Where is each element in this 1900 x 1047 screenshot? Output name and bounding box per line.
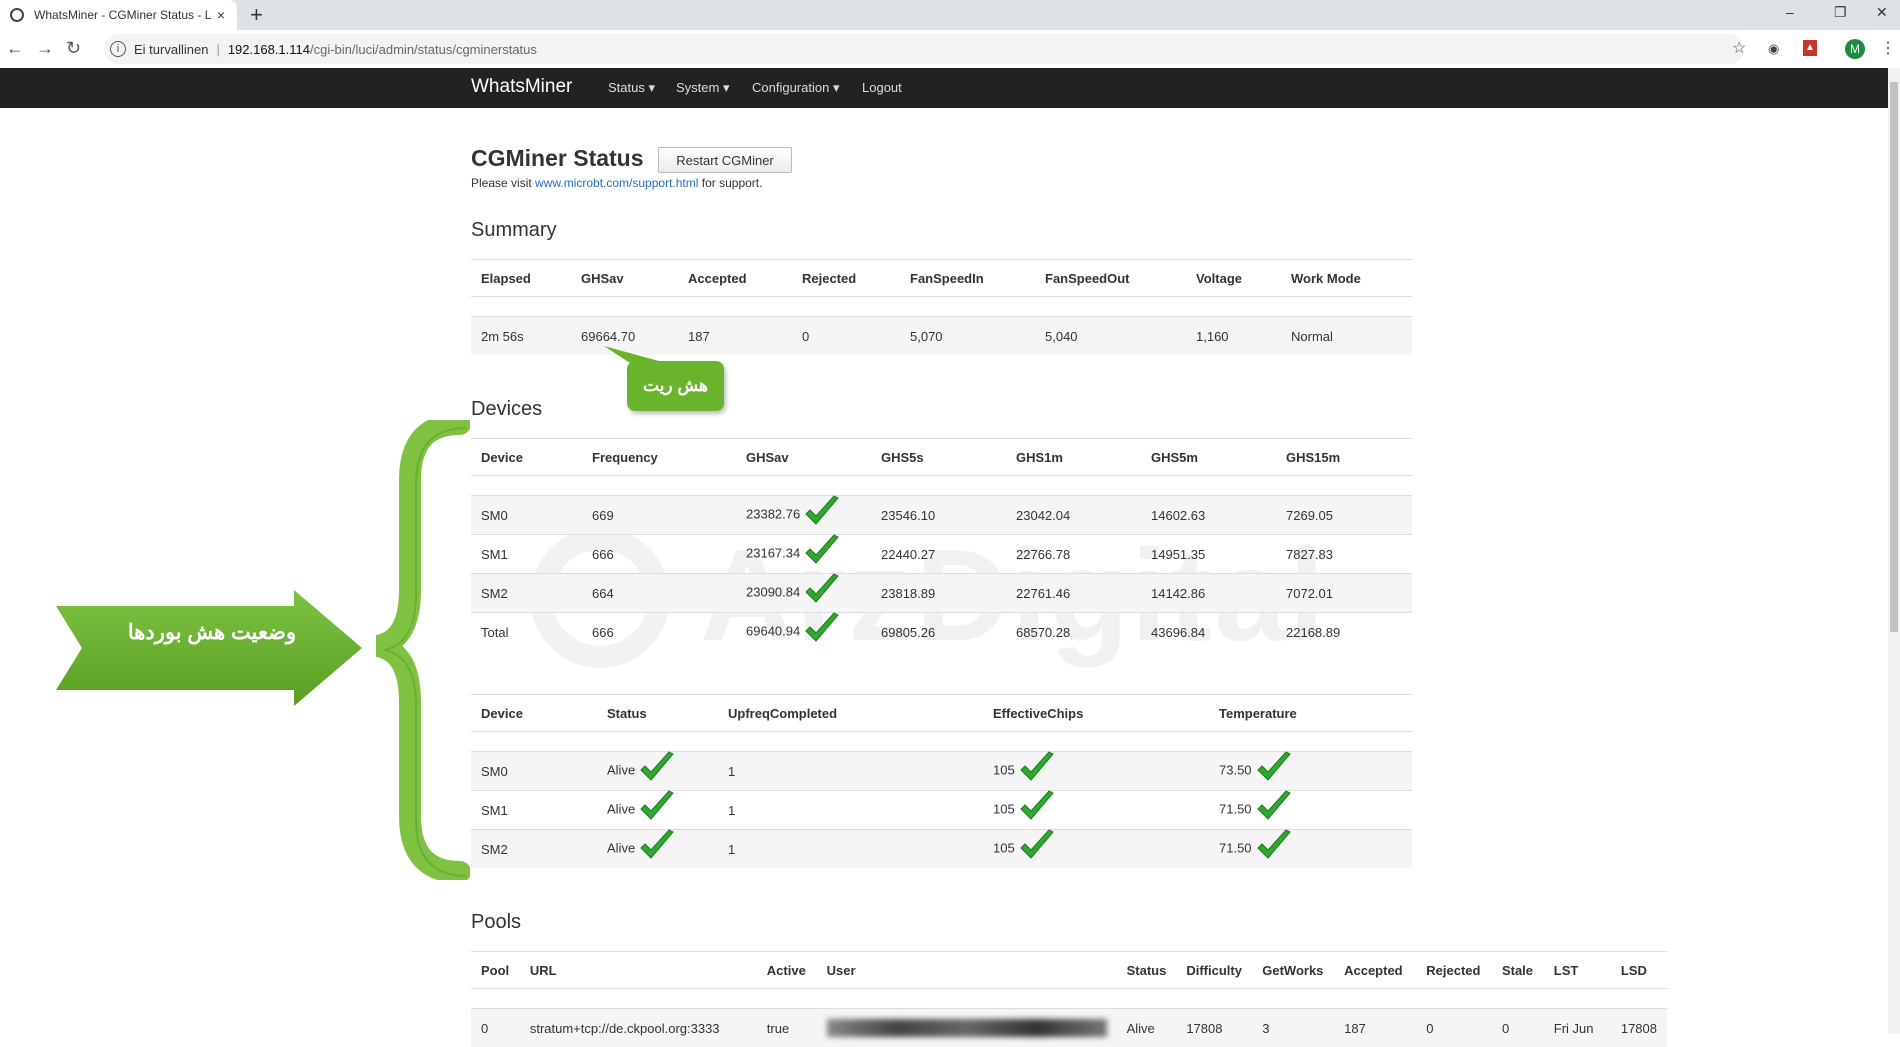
check-icon [1019,795,1053,825]
restore-icon[interactable]: ❐ [1834,4,1847,21]
address-bar[interactable]: i Ei turvallinen | 192.168.1.114/cgi-bin… [104,34,1744,64]
pools-header-row: PoolURLActiveUser StatusDifficultyGetWor… [471,952,1667,989]
redacted-user [827,1019,1107,1037]
forward-icon[interactable]: → [36,38,54,59]
minimize-icon[interactable]: – [1786,4,1794,20]
browser-menu-icon[interactable]: ⋮ [1880,38,1896,58]
back-icon[interactable]: ← [6,38,24,59]
device-status-table: DeviceStatusUpfreqCompleted EffectiveChi… [471,694,1412,868]
devices-table: DeviceFrequencyGHSav GHS5sGHS1mGHS5mGHS1… [471,438,1412,651]
summary-title: Summary [471,219,557,242]
window-close-icon[interactable]: ✕ [1876,4,1888,21]
check-icon [639,834,673,864]
table-row: SM0669 23382.76 23546.1023042.0414602.63… [471,496,1412,535]
table-row: SM0 Alive 1 105 73.50 [471,752,1412,791]
boards-arrow-annotation [56,590,366,710]
check-icon [639,795,673,825]
curly-brace-annotation [370,420,470,880]
info-icon[interactable]: i [110,41,126,57]
table-row: SM1 Alive 1 105 71.50 [471,791,1412,830]
url-path: /cgi-bin/luci/admin/status/cgminerstatus [310,42,537,57]
boards-status-label: وضعیت هش بوردها [62,620,362,645]
summary-header-row: Elapsed GHSav Accepted Rejected FanSpeed… [471,260,1412,297]
pools-title: Pools [471,911,521,934]
nav-logout[interactable]: Logout [862,80,902,95]
browser-tab-bar: WhatsMiner - CGMiner Status - L × + – ❐ … [0,0,1900,30]
nav-system[interactable]: System ▾ [676,80,729,96]
support-text: Please visit www.microbt.com/support.htm… [471,176,762,190]
hashrate-callout: هش ریت [627,361,724,411]
table-row: Total666 69640.94 69805.2668570.2843696.… [471,613,1412,652]
devices-title: Devices [471,398,542,421]
reload-icon[interactable]: ↻ [66,38,81,59]
check-icon [1256,834,1290,864]
nav-status[interactable]: Status ▾ [608,80,655,96]
check-icon [1256,756,1290,786]
page-title: CGMiner Status [471,145,644,172]
new-tab-button[interactable]: + [250,2,263,28]
table-row: SM2 Alive 1 105 71.50 [471,830,1412,869]
devices-header-row: DeviceFrequencyGHSav GHS5sGHS1mGHS5mGHS1… [471,439,1412,476]
site-favicon-icon [10,8,24,22]
profile-avatar[interactable]: M [1845,39,1865,59]
browser-tab[interactable]: WhatsMiner - CGMiner Status - L × [0,0,237,30]
brand-logo[interactable]: WhatsMiner [471,76,572,98]
check-icon [804,539,838,569]
pools-table: PoolURLActiveUser StatusDifficultyGetWor… [471,951,1667,1047]
tab-title: WhatsMiner - CGMiner Status - L [34,8,211,22]
check-icon [1019,756,1053,786]
check-icon [639,756,673,786]
extension-icon[interactable]: ◉ [1768,41,1779,57]
check-icon [1019,834,1053,864]
tab-close-icon[interactable]: × [211,7,231,23]
nav-configuration[interactable]: Configuration ▾ [752,80,839,96]
check-icon [804,500,838,530]
bookmark-star-icon[interactable]: ☆ [1732,38,1746,58]
device-status-header-row: DeviceStatusUpfreqCompleted EffectiveChi… [471,695,1412,732]
pdf-extension-icon[interactable]: ▲ [1803,40,1817,56]
check-icon [804,578,838,608]
check-icon [1256,795,1290,825]
support-link[interactable]: www.microbt.com/support.html [535,176,698,190]
scrollbar-thumb[interactable] [1890,82,1898,632]
table-row: SM2664 23090.84 23818.8922761.4614142.86… [471,574,1412,613]
table-row: SM1666 23167.34 22440.2722766.7814951.35… [471,535,1412,574]
url-host: 192.168.1.114 [228,42,310,57]
restart-cgminer-button[interactable]: Restart CGMiner [658,147,792,173]
table-row: 0stratum+tcp://de.ckpool.org:3333true Al… [471,1009,1667,1047]
check-icon [804,617,838,647]
security-status: Ei turvallinen [134,42,208,57]
browser-toolbar: ← → ↻ i Ei turvallinen | 192.168.1.114/c… [0,30,1900,69]
top-navbar: WhatsMiner Status ▾ System ▾ Configurati… [0,68,1888,108]
